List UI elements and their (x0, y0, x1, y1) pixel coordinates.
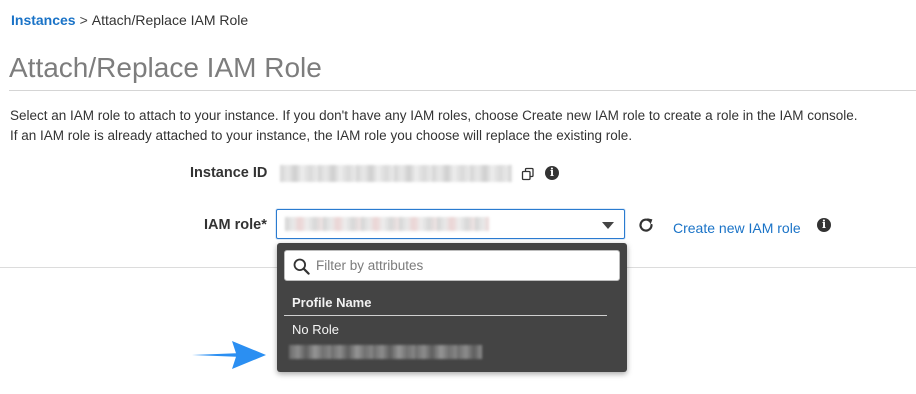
description-line-2: If an IAM role is already attached to yo… (10, 128, 633, 143)
iam-role-info-icon[interactable]: i (817, 218, 831, 232)
search-icon (293, 258, 310, 275)
arrow-right-icon (190, 338, 270, 372)
dropdown-option-redacted-role[interactable] (289, 345, 482, 359)
description-line-1: Select an IAM role to attach to your ins… (10, 108, 858, 123)
iam-role-select[interactable] (276, 209, 625, 239)
dropdown-option-no-role[interactable]: No Role (292, 322, 339, 337)
breadcrumb: Instances > Attach/Replace IAM Role (11, 12, 248, 28)
title-divider (9, 90, 916, 91)
page-title: Attach/Replace IAM Role (9, 52, 322, 83)
refresh-icon[interactable] (636, 215, 656, 235)
copy-icon[interactable] (520, 166, 536, 182)
filter-placeholder: Filter by attributes (316, 258, 424, 273)
selected-role-redacted (285, 217, 489, 231)
dropdown-divider (284, 315, 607, 316)
create-new-iam-role-link[interactable]: Create new IAM role (673, 220, 801, 236)
filter-input[interactable]: Filter by attributes (284, 250, 620, 281)
instance-id-value-redacted (280, 165, 512, 182)
instance-id-label: Instance ID (190, 165, 268, 181)
breadcrumb-current: Attach/Replace IAM Role (91, 12, 249, 28)
iam-role-label: IAM role* (204, 217, 267, 233)
breadcrumb-separator: > (79, 12, 88, 28)
profile-name-column-header: Profile Name (292, 295, 372, 310)
instance-id-info-icon[interactable]: i (545, 166, 559, 180)
iam-role-dropdown: Filter by attributes Profile Name No Rol… (277, 243, 627, 372)
breadcrumb-instances-link[interactable]: Instances (11, 12, 76, 28)
chevron-down-icon (602, 222, 614, 229)
